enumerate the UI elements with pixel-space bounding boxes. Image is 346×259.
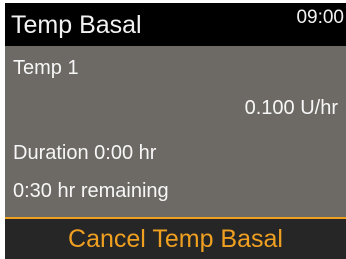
temp-basal-duration: Duration 0:00 hr <box>13 142 157 164</box>
title-bar: Temp Basal 09:00 <box>5 3 346 46</box>
pump-screen: Temp Basal 09:00 Temp 1 0.100 U/hr Durat… <box>0 0 346 259</box>
temp-basal-remaining: 0:30 hr remaining <box>13 180 169 202</box>
temp-basal-details: Temp 1 0.100 U/hr Duration 0:00 hr 0:30 … <box>5 46 346 217</box>
cancel-temp-basal-button[interactable]: Cancel Temp Basal <box>5 219 346 259</box>
clock-time: 09:00 <box>296 7 344 28</box>
screen-title: Temp Basal <box>11 11 142 39</box>
temp-basal-rate: 0.100 U/hr <box>244 97 338 119</box>
temp-basal-name: Temp 1 <box>13 57 79 79</box>
cancel-temp-basal-label: Cancel Temp Basal <box>68 225 283 253</box>
